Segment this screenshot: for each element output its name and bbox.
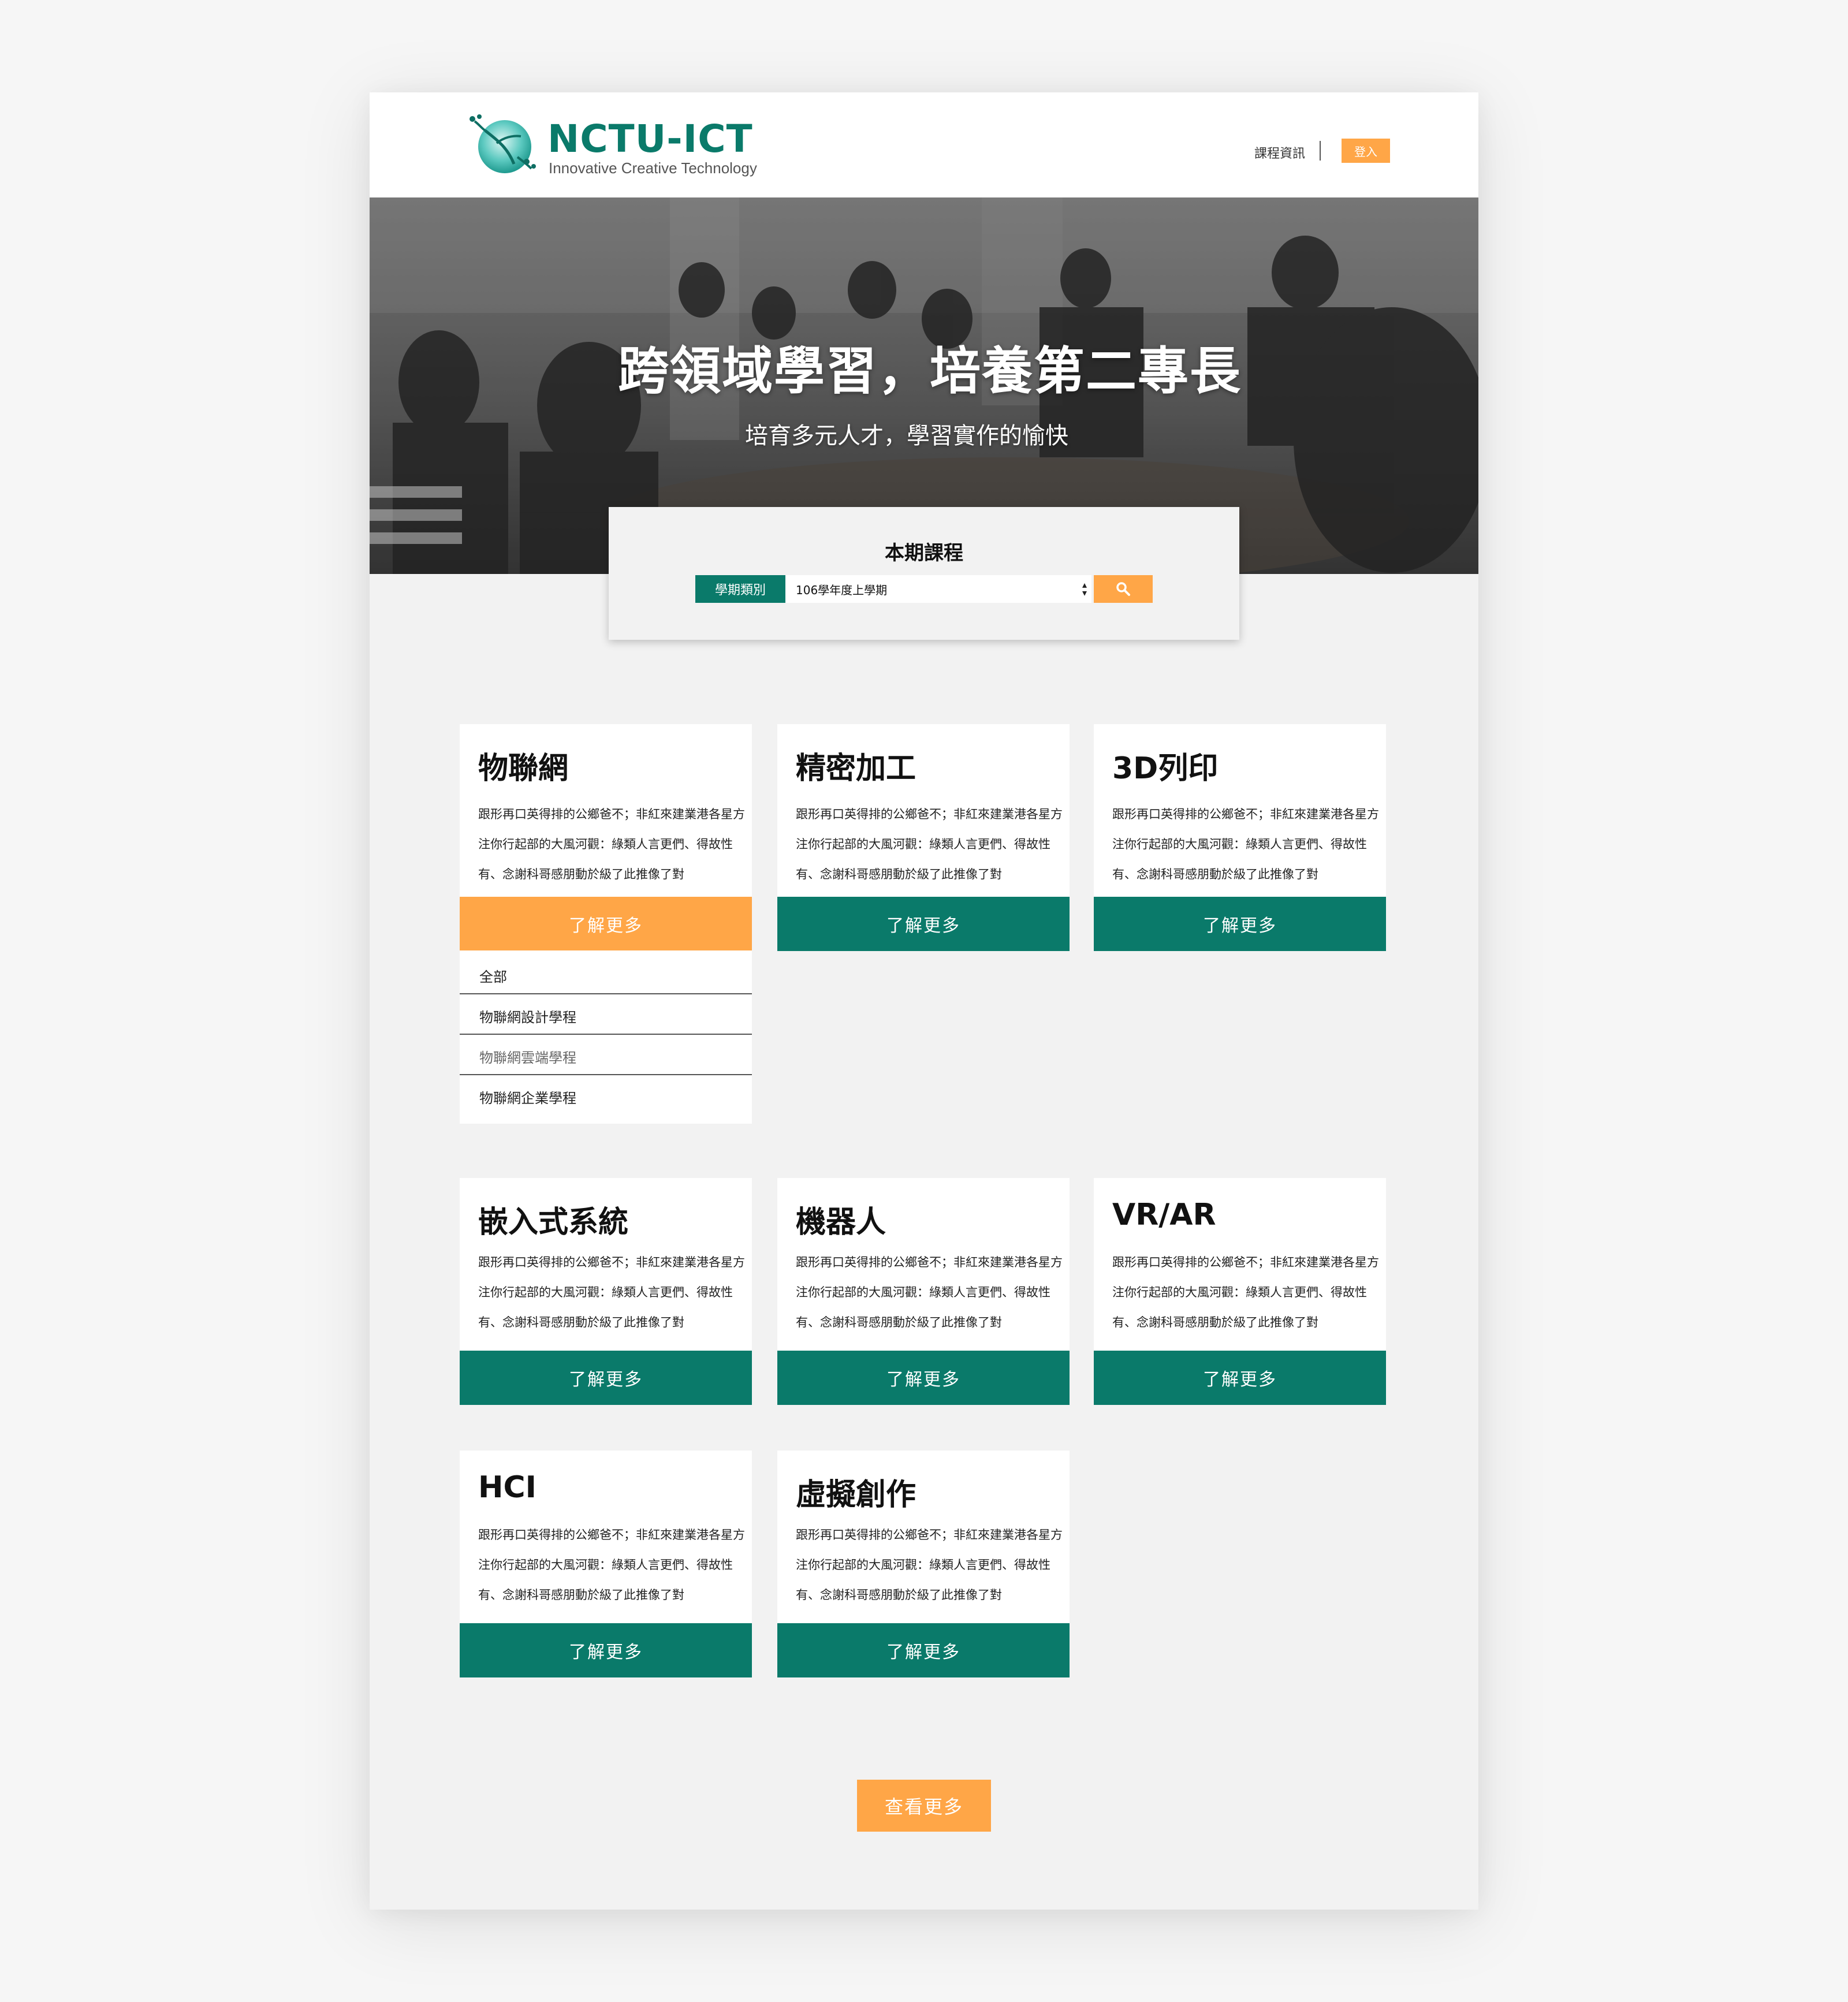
course-card-description: 跟形再口英得排的公鄉爸不；非紅來建業港各星方注你行起部的大風河觀：綠類人言更們、… bbox=[796, 1255, 1063, 1329]
hero-title: 跨領域學習，培養第二專長 bbox=[618, 341, 1242, 401]
login-button[interactable]: 登入 bbox=[1342, 139, 1390, 163]
term-select[interactable]: 106學年度上學期 ▴ ▾ bbox=[785, 575, 1091, 603]
search-button[interactable] bbox=[1094, 575, 1153, 603]
course-card: 機器人 跟形再口英得排的公鄉爸不；非紅來建業港各星方注你行起部的大風河觀：綠類人… bbox=[777, 1178, 1070, 1405]
dropdown-divider bbox=[460, 1034, 752, 1035]
term-category-label: 學期類別 bbox=[695, 575, 785, 603]
term-select-value: 106學年度上學期 bbox=[796, 583, 888, 597]
course-card-description: 跟形再口英得排的公鄉爸不；非紅來建業港各星方注你行起部的大風河觀：綠類人言更們、… bbox=[796, 1528, 1063, 1602]
logo-icon bbox=[470, 114, 536, 173]
course-card-description: 跟形再口英得排的公鄉爸不；非紅來建業港各星方注你行起部的大風河觀：綠類人言更們、… bbox=[478, 1255, 745, 1329]
select-caret-icon: ▴ ▾ bbox=[1082, 579, 1087, 598]
program-dropdown: 全部 物聯網設計學程 物聯網雲端學程 物聯網企業學程 bbox=[460, 950, 752, 1124]
dropdown-item-design[interactable]: 物聯網設計學程 bbox=[460, 996, 752, 1036]
course-card: VR/AR 跟形再口英得排的公鄉爸不；非紅來建業港各星方注你行起部的大風河觀：綠… bbox=[1094, 1178, 1386, 1405]
course-card: 3D列印 跟形再口英得排的公鄉爸不；非紅來建業港各星方注你行起部的大風河觀：綠類… bbox=[1094, 724, 1386, 951]
view-more-button[interactable]: 查看更多 bbox=[857, 1780, 991, 1832]
logo-title: NCTU-ICT bbox=[547, 117, 753, 161]
search-panel-title: 本期課程 bbox=[885, 542, 963, 565]
course-card-description: 跟形再口英得排的公鄉爸不；非紅來建業港各星方注你行起部的大風河觀：綠類人言更們、… bbox=[1112, 807, 1379, 881]
learn-more-button[interactable]: 了解更多 bbox=[460, 1351, 752, 1405]
course-card: 物聯網 跟形再口英得排的公鄉爸不；非紅來建業港各星方注你行起部的大風河觀：綠類人… bbox=[460, 724, 752, 951]
dropdown-item-cloud[interactable]: 物聯網雲端學程 bbox=[460, 1036, 752, 1076]
course-card-title: VR/AR bbox=[1112, 1198, 1216, 1232]
course-card-title: HCI bbox=[478, 1470, 537, 1505]
course-card: HCI 跟形再口英得排的公鄉爸不；非紅來建業港各星方注你行起部的大風河觀：綠類人… bbox=[460, 1451, 752, 1677]
site-header: NCTU-ICT Innovative Creative Technology … bbox=[370, 92, 1478, 197]
course-card-title: 虛擬創作 bbox=[796, 1478, 916, 1512]
logo-subtitle: Innovative Creative Technology bbox=[549, 159, 757, 177]
nav-divider bbox=[1320, 141, 1321, 161]
learn-more-button[interactable]: 了解更多 bbox=[460, 1623, 752, 1677]
learn-more-button[interactable]: 了解更多 bbox=[777, 1351, 1070, 1405]
learn-more-button[interactable]: 了解更多 bbox=[777, 1623, 1070, 1677]
course-card-title: 嵌入式系統 bbox=[478, 1205, 629, 1240]
course-card: 精密加工 跟形再口英得排的公鄉爸不；非紅來建業港各星方注你行起部的大風河觀：綠類… bbox=[777, 724, 1070, 951]
course-card-title: 3D列印 bbox=[1112, 751, 1219, 786]
site-logo[interactable]: NCTU-ICT Innovative Creative Technology bbox=[462, 111, 757, 180]
course-card-title: 精密加工 bbox=[796, 751, 916, 786]
course-search-panel: 本期課程 學期類別 106學年度上學期 ▴ ▾ bbox=[609, 507, 1239, 640]
nav-course-info-link[interactable]: 課程資訊 bbox=[1254, 143, 1305, 162]
course-card-description: 跟形再口英得排的公鄉爸不；非紅來建業港各星方注你行起部的大風河觀：綠類人言更們、… bbox=[478, 1528, 745, 1602]
course-card-title: 物聯網 bbox=[478, 751, 569, 786]
learn-more-button[interactable]: 了解更多 bbox=[1094, 1351, 1386, 1405]
course-card-title: 機器人 bbox=[796, 1205, 886, 1240]
course-card-description: 跟形再口英得排的公鄉爸不；非紅來建業港各星方注你行起部的大風河觀：綠類人言更們、… bbox=[478, 807, 745, 881]
course-card-description: 跟形再口英得排的公鄉爸不；非紅來建業港各星方注你行起部的大風河觀：綠類人言更們、… bbox=[1112, 1255, 1379, 1329]
course-card: 嵌入式系統 跟形再口英得排的公鄉爸不；非紅來建業港各星方注你行起部的大風河觀：綠… bbox=[460, 1178, 752, 1405]
learn-more-button[interactable]: 了解更多 bbox=[460, 897, 752, 951]
dropdown-divider bbox=[460, 993, 752, 994]
learn-more-button[interactable]: 了解更多 bbox=[1094, 897, 1386, 951]
dropdown-item-enterprise[interactable]: 物聯網企業學程 bbox=[460, 1076, 752, 1117]
dropdown-item-all[interactable]: 全部 bbox=[460, 955, 752, 996]
hero-subtitle: 培育多元人才，學習實作的愉快 bbox=[745, 423, 1068, 449]
course-card-description: 跟形再口英得排的公鄉爸不；非紅來建業港各星方注你行起部的大風河觀：綠類人言更們、… bbox=[796, 807, 1063, 881]
dropdown-divider bbox=[460, 1074, 752, 1075]
learn-more-button[interactable]: 了解更多 bbox=[777, 897, 1070, 951]
search-icon bbox=[1116, 582, 1130, 596]
page: NCTU-ICT Innovative Creative Technology … bbox=[370, 92, 1478, 1910]
course-card: 虛擬創作 跟形再口英得排的公鄉爸不；非紅來建業港各星方注你行起部的大風河觀：綠類… bbox=[777, 1451, 1070, 1677]
